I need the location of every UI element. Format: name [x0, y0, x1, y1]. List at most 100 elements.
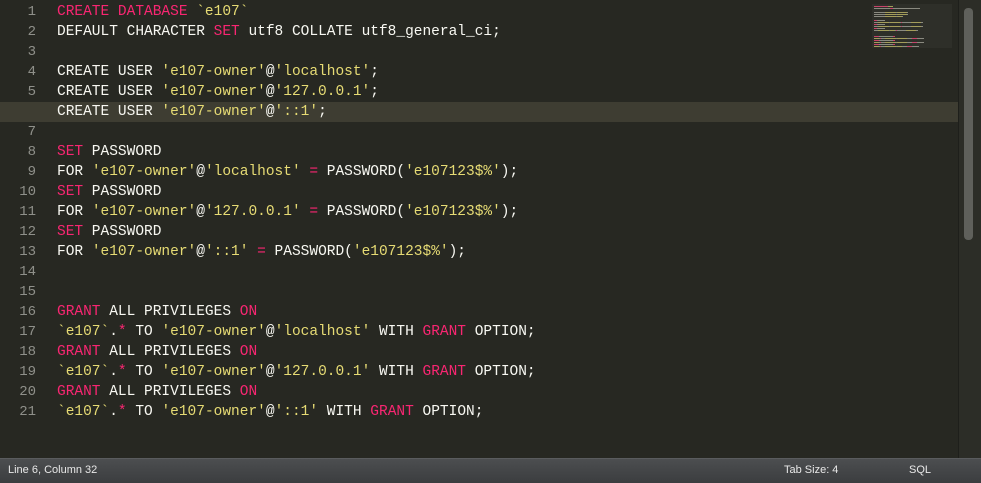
code-area[interactable]: CREATE DATABASE `e107` DEFAULT CHARACTER …	[0, 2, 958, 422]
minimap-mark	[878, 26, 889, 27]
keyword-token: *	[117, 404, 127, 420]
minimap-mark	[893, 8, 920, 9]
scrollbar-thumb[interactable]	[964, 8, 973, 240]
minimap-mark	[893, 40, 895, 41]
text-token: CREATE USER	[57, 64, 162, 80]
minimap-mark	[902, 22, 911, 23]
line-number: 11	[19, 204, 36, 220]
code-line[interactable]: CREATE DATABASE `e107`	[57, 2, 958, 22]
line-number: 13	[19, 244, 36, 260]
string-token: `e107`	[57, 364, 110, 380]
code-line[interactable]: `e107`.* TO 'e107-owner'@'127.0.0.1' WIT…	[57, 362, 958, 382]
line-number: 12	[19, 224, 36, 240]
code-line[interactable]: FOR 'e107-owner'@'::1' = PASSWORD('e1071…	[57, 242, 958, 262]
text-token: TO	[126, 364, 162, 380]
line-number: 16	[19, 304, 36, 320]
minimap-mark	[885, 14, 896, 15]
line-number: 18	[19, 344, 36, 360]
code-line[interactable]: CREATE USER 'e107-owner'@'::1';	[0, 102, 958, 122]
minimap-mark	[897, 42, 907, 43]
code-line[interactable]: CREATE USER 'e107-owner'@'127.0.0.1';	[57, 82, 958, 102]
string-token: `e107`	[196, 4, 249, 20]
text-token: ;	[318, 104, 327, 120]
line-number: 17	[19, 324, 36, 340]
minimap-mark	[874, 6, 888, 7]
text-token: PASSWORD(	[318, 204, 406, 220]
minimap-mark	[911, 26, 921, 27]
text-token: @	[265, 104, 275, 120]
string-token: 'e107-owner'	[91, 244, 197, 260]
line-number: 20	[19, 384, 36, 400]
text-token: DEFAULT CHARACTER	[57, 24, 214, 40]
code-line[interactable]: FOR 'e107-owner'@'127.0.0.1' = PASSWORD(…	[57, 202, 958, 222]
text-token: FOR	[57, 204, 92, 220]
vertical-scrollbar[interactable]	[958, 0, 981, 458]
minimap-mark	[907, 12, 908, 13]
code-line[interactable]: GRANT ALL PRIVILEGES ON	[57, 382, 958, 402]
minimap-mark	[879, 36, 893, 37]
minimap-mark	[893, 36, 895, 37]
code-line[interactable]: CREATE USER 'e107-owner'@'localhost';	[57, 62, 958, 82]
string-token: 'e107123$%'	[405, 204, 501, 220]
text-token: @	[265, 324, 275, 340]
keyword-token: =	[309, 164, 319, 180]
code-line[interactable]: SET PASSWORD	[57, 222, 958, 242]
text-token: WITH	[370, 324, 423, 340]
line-number: 2	[27, 24, 36, 40]
string-token: '::1'	[274, 104, 319, 120]
minimap-mark	[890, 22, 900, 23]
minimap-mark	[911, 22, 921, 23]
minimap-mark	[912, 46, 919, 47]
text-token: OPTION;	[466, 324, 536, 340]
code-editor[interactable]: 123456789101112131415161718192021 CREATE…	[0, 0, 958, 458]
line-number: 4	[27, 64, 36, 80]
minimap-mark	[890, 26, 900, 27]
text-token: OPTION;	[413, 404, 484, 420]
code-line[interactable]	[57, 122, 958, 142]
string-token: '::1'	[274, 404, 319, 420]
minimap[interactable]	[872, 4, 952, 48]
minimap-mark	[879, 44, 893, 45]
editor-window: 123456789101112131415161718192021 CREATE…	[0, 0, 981, 483]
string-token: 'e107-owner'	[161, 84, 266, 100]
line-number: 19	[19, 364, 36, 380]
text-token: TO	[126, 404, 162, 420]
cursor-position: Line 6, Column 32	[8, 464, 98, 476]
keyword-token: ON	[239, 304, 258, 320]
text-token: );	[500, 204, 519, 220]
text-token: ALL PRIVILEGES	[100, 384, 240, 400]
code-line[interactable]	[57, 282, 958, 302]
text-token: PASSWORD	[83, 144, 162, 160]
minimap-mark	[916, 30, 918, 31]
text-token: .	[109, 364, 118, 380]
code-line[interactable]: FOR 'e107-owner'@'localhost' = PASSWORD(…	[57, 162, 958, 182]
syntax-selector[interactable]: SQL	[909, 464, 931, 476]
text-token: TO	[126, 324, 162, 340]
code-line[interactable]: SET PASSWORD	[57, 142, 958, 162]
line-number: 10	[19, 184, 36, 200]
text-token: @	[196, 244, 205, 260]
minimap-mark	[885, 46, 896, 47]
line-number: 21	[19, 404, 36, 420]
code-line[interactable]: `e107`.* TO 'e107-owner'@'localhost' WIT…	[57, 322, 958, 342]
string-token: '127.0.0.1'	[274, 84, 371, 100]
minimap-mark	[877, 24, 885, 25]
minimap-mark	[885, 16, 896, 17]
string-token: `e107`	[57, 324, 110, 340]
string-token: 'e107-owner'	[161, 404, 266, 420]
text-token: WITH	[370, 364, 423, 380]
minimap-mark	[888, 6, 893, 7]
code-line[interactable]: GRANT ALL PRIVILEGES ON	[57, 302, 958, 322]
code-line[interactable]: SET PASSWORD	[57, 182, 958, 202]
keyword-token: ON	[239, 344, 258, 360]
code-line[interactable]: GRANT ALL PRIVILEGES ON	[57, 342, 958, 362]
text-token: ALL PRIVILEGES	[100, 344, 240, 360]
line-number: 1	[27, 4, 36, 20]
text-token: @	[265, 84, 275, 100]
code-line[interactable]	[57, 262, 958, 282]
code-line[interactable]: `e107`.* TO 'e107-owner'@'::1' WITH GRAN…	[57, 402, 958, 422]
code-line[interactable]: DEFAULT CHARACTER SET utf8 COLLATE utf8_…	[57, 22, 958, 42]
tab-size-selector[interactable]: Tab Size: 4	[784, 464, 838, 476]
code-line[interactable]	[57, 42, 958, 62]
text-token: );	[448, 244, 466, 260]
